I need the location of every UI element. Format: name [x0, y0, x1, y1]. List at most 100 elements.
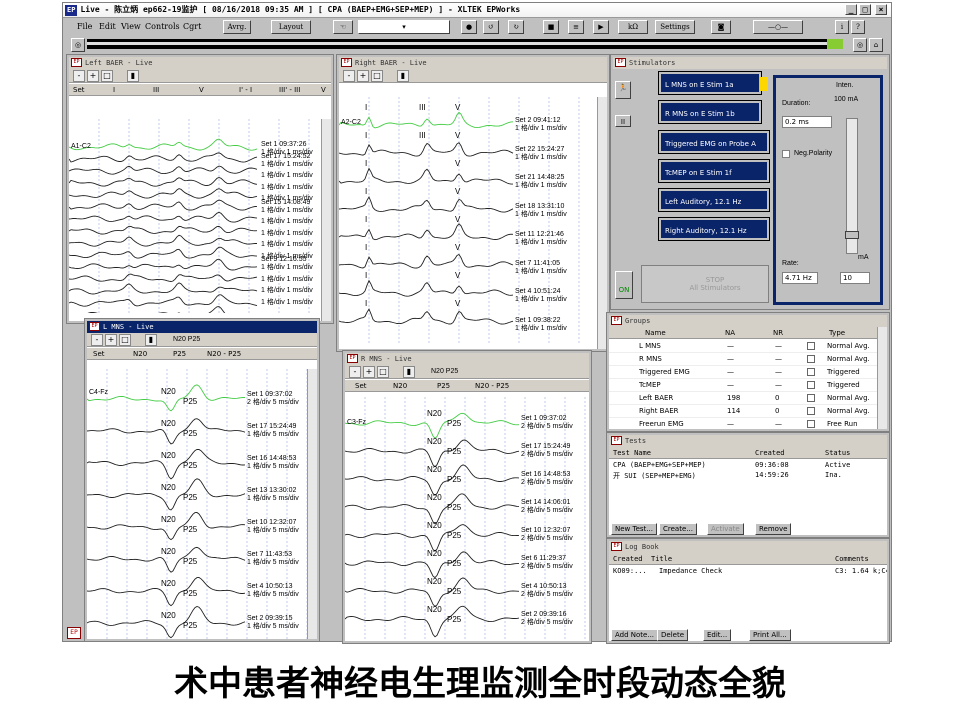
l-mns-peak-label: P25: [183, 429, 198, 438]
zoom-in-icon[interactable]: +: [363, 366, 375, 378]
menu-cgrt[interactable]: Cgrt: [183, 22, 201, 31]
maximize-button[interactable]: □: [859, 4, 871, 15]
r-mns-traces[interactable]: C3-Fz Set 1 09:37:02 2 格/div 5 ms/div Set …: [345, 397, 589, 641]
stimulator-r-mns[interactable]: R MNS on E Stim 1b: [658, 100, 762, 124]
groups-checkbox[interactable]: [807, 394, 815, 402]
menu-edit[interactable]: Edit: [99, 22, 116, 31]
zoom-out-icon[interactable]: -: [73, 70, 85, 82]
close-button[interactable]: ×: [875, 4, 887, 15]
tests-row[interactable]: 开 SUI (SEP+MEP+EMG) 14:59:26 Ina.: [609, 471, 887, 481]
groups-row[interactable]: Right BAER 114 0 Normal Avg.: [609, 405, 877, 418]
zoom-in-icon[interactable]: +: [357, 70, 369, 82]
zoom-fit-icon[interactable]: □: [119, 334, 131, 346]
groups-checkbox[interactable]: [807, 381, 815, 389]
timeline-end-icon[interactable]: ◎: [853, 38, 867, 52]
impedance-button[interactable]: kΩ: [618, 20, 648, 34]
ep-icon: EP: [89, 322, 100, 331]
tests-action-button[interactable]: New Test...: [611, 523, 657, 535]
right-baer-traces[interactable]: A2-C2 Set 2 09:41:12 1 格/div 1 ms/div Set …: [339, 97, 597, 343]
stimulator-l-mns[interactable]: L MNS on E Stim 1a: [658, 71, 762, 95]
groups-row[interactable]: R MNS — — Normal Avg.: [609, 353, 877, 366]
stimulator-triggered-emg[interactable]: Triggered EMG on Probe A: [658, 130, 770, 154]
hand-icon[interactable]: ☜: [333, 20, 353, 34]
log-action-button[interactable]: Print All...: [749, 629, 791, 641]
tests-action-button[interactable]: Create...: [659, 523, 697, 535]
groups-checkbox[interactable]: [807, 407, 815, 415]
log-row[interactable]: KO09:... Impedance Check C3: 1.64 k;C4: [609, 567, 887, 577]
rate-box[interactable]: 10: [840, 272, 870, 284]
menu-controls[interactable]: Controls: [145, 22, 180, 31]
run-icon[interactable]: 🏃: [615, 81, 631, 99]
groups-scrollbar[interactable]: [877, 327, 887, 429]
groups-row[interactable]: Freerun EMG — — Free Run: [609, 418, 877, 429]
menu-file[interactable]: File: [77, 22, 92, 31]
record-icon[interactable]: ●: [461, 20, 477, 34]
volume-slider[interactable]: —○—: [753, 20, 803, 34]
tests-action-button[interactable]: Activate: [707, 523, 744, 535]
settings-button[interactable]: Settings: [655, 20, 695, 34]
stimulator-left-auditory[interactable]: Left Auditory, 12.1 Hz: [658, 188, 770, 212]
help-icon[interactable]: ?: [851, 20, 865, 34]
log-action-button[interactable]: Edit...: [703, 629, 732, 641]
on-button[interactable]: ON: [615, 271, 633, 299]
neg-polarity-checkbox[interactable]: [782, 150, 790, 158]
refresh-icon[interactable]: ↻: [508, 20, 524, 34]
bars-view-icon[interactable]: ▮: [127, 70, 139, 82]
left-baer-scale-label: 1 格/div 1 ms/div: [261, 172, 313, 179]
duration-select[interactable]: 0.2 ms: [782, 116, 832, 128]
tests-row[interactable]: CPA (BAEP+EMG+SEP+MEP) 09:36:08 Active: [609, 461, 887, 471]
bars-view-icon[interactable]: ▮: [145, 334, 157, 346]
zoom-in-icon[interactable]: +: [105, 334, 117, 346]
zoom-in-icon[interactable]: +: [87, 70, 99, 82]
rate-field[interactable]: 4.71 Hz: [782, 272, 818, 284]
layout-button[interactable]: Layout: [271, 20, 311, 34]
bars-icon[interactable]: ≡: [568, 20, 584, 34]
info-icon[interactable]: i: [835, 20, 849, 34]
average-button[interactable]: Avrg.: [223, 20, 251, 34]
left-baer-scale-label: 1 格/div 1 ms/div: [261, 275, 313, 283]
left-baer-traces[interactable]: A1-C2 Set 1 09:37:26 1 格/div 1 ms/div Set …: [69, 119, 321, 313]
stop-icon[interactable]: ■: [543, 20, 559, 34]
bars-view-icon[interactable]: ▮: [397, 70, 409, 82]
right-baer-peak-label: I: [365, 187, 368, 196]
groups-row[interactable]: TcMEP — — Triggered: [609, 379, 877, 392]
left-baer-scrollbar[interactable]: [321, 119, 331, 321]
groups-checkbox[interactable]: [807, 368, 815, 376]
zoom-out-icon[interactable]: -: [343, 70, 355, 82]
rewind-icon[interactable]: ↺: [483, 20, 499, 34]
l-mns-traces[interactable]: C4-Fz Set 1 09:37:02 2 格/div 5 ms/div Set …: [87, 369, 308, 639]
logbook-title-text: Log Book: [625, 543, 659, 551]
bars-view-icon[interactable]: ▮: [403, 366, 415, 378]
groups-checkbox[interactable]: [807, 342, 815, 350]
play-icon[interactable]: ▶: [593, 20, 609, 34]
timeline-start-icon[interactable]: ◎: [71, 38, 85, 52]
zoom-out-icon[interactable]: -: [349, 366, 361, 378]
timeline-track[interactable]: [87, 39, 843, 49]
left-baer-scale-label: 1 格/div 1 ms/div: [261, 287, 313, 294]
log-action-button[interactable]: Delete: [657, 629, 688, 641]
intensity-slider-thumb[interactable]: [845, 231, 859, 239]
groups-row[interactable]: Left BAER 198 0 Normal Avg.: [609, 392, 877, 405]
home-icon[interactable]: ⌂: [869, 38, 883, 52]
intensity-slider[interactable]: [845, 118, 859, 254]
groups-checkbox[interactable]: [807, 420, 815, 428]
camera-icon[interactable]: ◙: [711, 20, 731, 34]
log-action-button[interactable]: Add Note...: [611, 629, 659, 641]
minimize-button[interactable]: _: [845, 4, 857, 15]
stimulator-tcmep[interactable]: TcMEP on E Stim 1f: [658, 159, 770, 183]
test-select[interactable]: ▾: [358, 20, 450, 34]
pause-icon[interactable]: II: [615, 115, 631, 127]
menu-view[interactable]: View: [121, 22, 141, 31]
zoom-fit-icon[interactable]: □: [377, 366, 389, 378]
right-baer-scrollbar[interactable]: [597, 97, 607, 349]
zoom-fit-icon[interactable]: □: [371, 70, 383, 82]
groups-row[interactable]: Triggered EMG — — Triggered: [609, 366, 877, 379]
zoom-out-icon[interactable]: -: [91, 334, 103, 346]
groups-row[interactable]: L MNS — — Normal Avg.: [609, 340, 877, 353]
zoom-fit-icon[interactable]: □: [101, 70, 113, 82]
groups-checkbox[interactable]: [807, 355, 815, 363]
stop-all-button[interactable]: STOP All Stimulators: [641, 265, 769, 303]
l-mns-scrollbar[interactable]: [307, 369, 317, 639]
tests-action-button[interactable]: Remove: [755, 523, 792, 535]
stimulator-right-auditory[interactable]: Right Auditory, 12.1 Hz: [658, 217, 770, 241]
